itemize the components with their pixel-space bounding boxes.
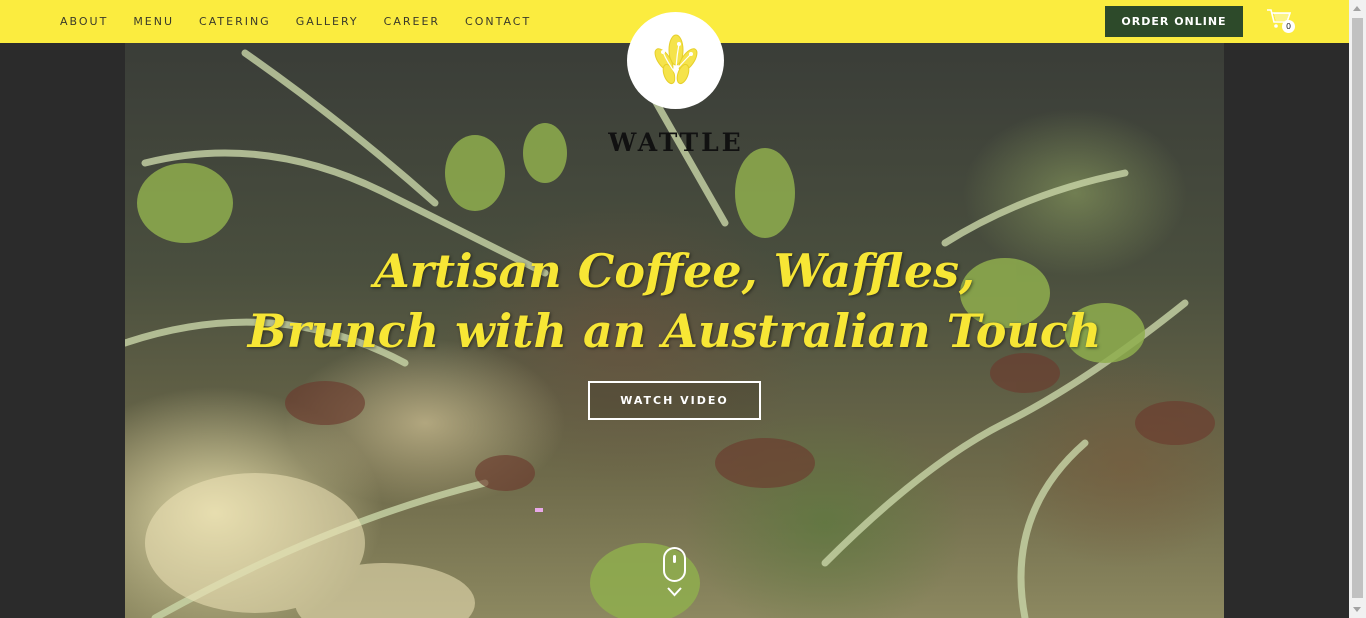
chevron-down-icon[interactable] — [666, 586, 683, 598]
brand-name: WATTLE — [608, 128, 744, 157]
cart-count-badge: 0 — [1282, 20, 1295, 33]
wattle-flower-icon — [654, 34, 697, 86]
mouse-scroll-icon[interactable] — [663, 547, 686, 582]
hero-headline-line-2: Brunch with an Australian Touch — [247, 304, 1102, 358]
order-online-button[interactable]: ORDER ONLINE — [1105, 6, 1243, 37]
page-scrollbar[interactable] — [1349, 0, 1366, 618]
brand-logo[interactable] — [627, 12, 724, 109]
nav-item-career[interactable]: CAREER — [384, 15, 440, 28]
hero-headline-line-1: Artisan Coffee, Waffles, — [373, 244, 976, 298]
scroll-down-arrow-icon[interactable] — [1353, 607, 1361, 612]
scrollbar-thumb[interactable] — [1352, 18, 1363, 598]
nav-item-about[interactable]: ABOUT — [60, 15, 108, 28]
cart-button[interactable]: 0 — [1266, 8, 1296, 34]
nav-item-catering[interactable]: CATERING — [199, 15, 271, 28]
video-artifact — [535, 508, 543, 512]
nav-item-menu[interactable]: MENU — [133, 15, 174, 28]
hero-headline: Artisan Coffee, Waffles, Brunch with an … — [125, 242, 1224, 362]
nav-item-gallery[interactable]: GALLERY — [296, 15, 359, 28]
nav-item-contact[interactable]: CONTACT — [465, 15, 531, 28]
watch-video-button[interactable]: WATCH VIDEO — [588, 381, 761, 420]
scroll-up-arrow-icon[interactable] — [1353, 6, 1361, 11]
main-nav: ABOUT MENU CATERING GALLERY CAREER CONTA… — [60, 0, 556, 43]
mouse-wheel — [673, 555, 676, 563]
